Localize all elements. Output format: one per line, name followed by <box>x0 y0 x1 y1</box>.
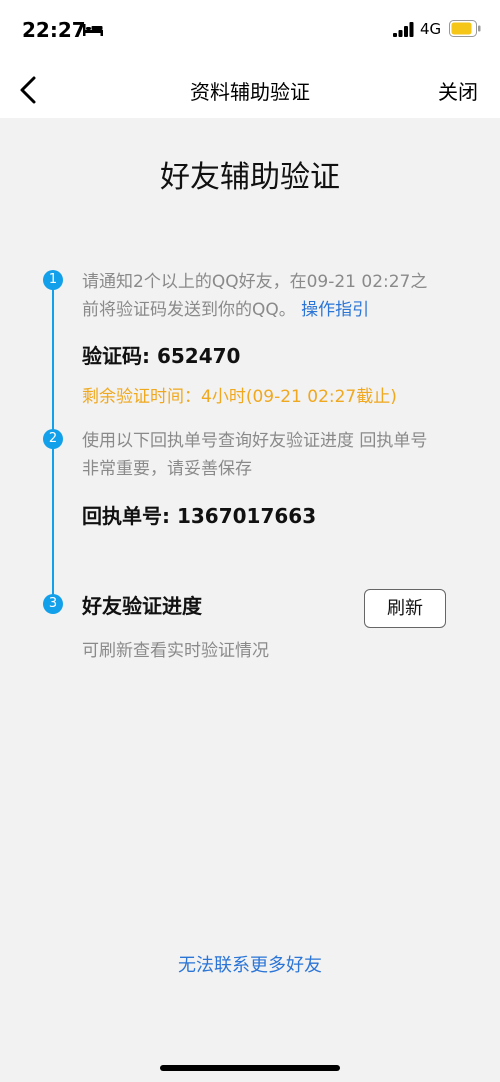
battery-icon <box>449 20 481 37</box>
step-2-text: 使用以下回执单号查询好友验证进度 回执单号非常重要，请妥善保存 <box>82 431 428 479</box>
verification-code: 验证码: 652470 <box>82 340 240 369</box>
step-1-text: 请通知2个以上的QQ好友，在09-21 02:27之前将验证码发送到你的QQ。 … <box>82 268 442 324</box>
nav-bar: 资料辅助验证 关闭 <box>0 62 500 118</box>
verification-progress-subtitle: 可刷新查看实时验证情况 <box>82 641 269 661</box>
verification-code-label: 验证码: <box>82 344 150 368</box>
home-indicator[interactable] <box>160 1065 340 1071</box>
page-title: 好友辅助验证 <box>160 160 340 195</box>
cannot-contact-more-friends-link[interactable]: 无法联系更多好友 <box>0 951 500 977</box>
network-label: 4G <box>420 20 442 38</box>
step-2-marker: 2 <box>43 429 63 449</box>
step-3-marker: 3 <box>43 594 63 614</box>
remaining-time: 剩余验证时间：4小时(09-21 02:27截止) <box>82 387 397 407</box>
receipt-number-label: 回执单号: <box>82 504 170 528</box>
verification-code-value: 652470 <box>156 344 241 368</box>
step-1-instruction: 请通知2个以上的QQ好友，在09-21 02:27之前将验证码发送到你的QQ。 <box>82 272 428 320</box>
receipt-number-value: 1367017663 <box>176 504 317 528</box>
guide-link[interactable]: 操作指引 <box>301 300 369 320</box>
bed-icon <box>83 24 103 36</box>
close-button[interactable]: 关闭 <box>438 76 478 105</box>
nav-title: 资料辅助验证 <box>190 80 310 104</box>
status-time: 22:27 <box>22 18 86 42</box>
refresh-button[interactable]: 刷新 <box>364 589 446 628</box>
receipt-number: 回执单号: 1367017663 <box>82 500 316 529</box>
signal-icon <box>393 22 414 37</box>
step-1-marker: 1 <box>43 270 63 290</box>
status-bar: 22:27 4G <box>0 0 500 62</box>
verification-progress-title: 好友验证进度 <box>82 594 202 618</box>
